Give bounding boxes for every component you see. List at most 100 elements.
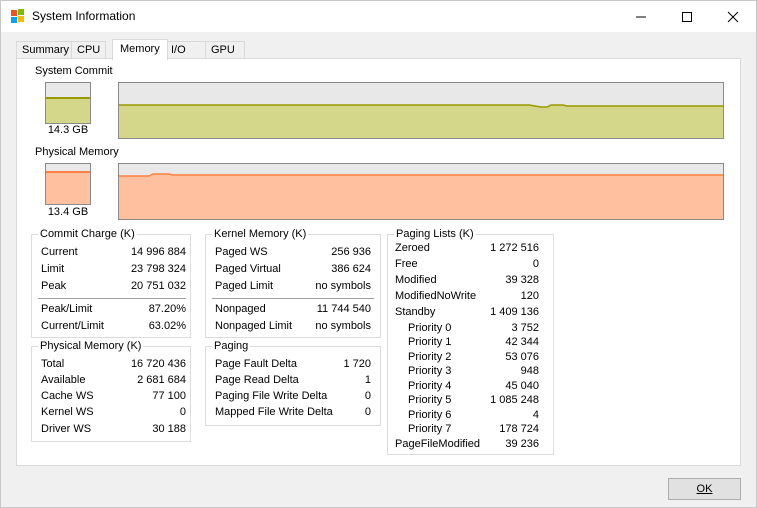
- paging-lists-group: Paging Lists (K) Zeroed 1 272 516 Free 0…: [387, 228, 554, 455]
- title-bar[interactable]: System Information: [1, 1, 756, 32]
- tab-memory[interactable]: Memory: [112, 39, 168, 60]
- row-value: 120: [520, 290, 539, 302]
- paging-file-write-delta-row: Paging File Write Delta 0: [215, 390, 371, 404]
- tab-io[interactable]: I/O: [165, 41, 206, 59]
- physical-driver-ws-row: Driver WS 30 188: [41, 423, 186, 437]
- row-label: Zeroed: [395, 242, 430, 254]
- row-value: 3 752: [511, 322, 539, 334]
- row-value: 20 751 032: [130, 280, 186, 292]
- standby-row: Standby 1 409 136: [395, 306, 539, 320]
- row-label: Priority 3: [408, 365, 452, 377]
- page-fault-delta-row: Page Fault Delta 1 720: [215, 358, 371, 372]
- kernel-paged-virtual-row: Paged Virtual 386 624: [215, 263, 371, 277]
- minimize-icon: [636, 16, 646, 18]
- row-label: Mapped File Write Delta: [215, 406, 333, 418]
- modified-row: Modified 39 328: [395, 274, 539, 288]
- row-value: 1: [364, 374, 371, 386]
- row-label: Priority 2: [408, 351, 452, 363]
- priority-row: Priority 0 3 752: [408, 322, 539, 336]
- row-value: 1 409 136: [490, 306, 539, 318]
- row-value: 386 624: [331, 263, 371, 275]
- ok-button[interactable]: OK: [668, 478, 741, 500]
- physical-memory-meter: [45, 163, 91, 205]
- system-commit-meter-line: [46, 97, 90, 99]
- system-commit-history-chart: [119, 104, 723, 138]
- system-commit-label: System Commit: [35, 65, 113, 77]
- row-label: Driver WS: [41, 423, 92, 435]
- kernel-memory-title: Kernel Memory (K): [212, 228, 309, 240]
- row-value: 16 720 436: [130, 358, 186, 370]
- row-value: no symbols: [315, 280, 371, 292]
- row-label: Paged Limit: [215, 280, 274, 292]
- peak-limit-row: Peak/Limit 87.20%: [41, 303, 186, 317]
- row-value: 39 328: [505, 274, 539, 286]
- kernel-nonpaged-row: Nonpaged 11 744 540: [215, 303, 371, 317]
- row-label: PageFileModified: [395, 438, 480, 450]
- system-commit-meter-fill: [46, 98, 90, 123]
- row-value: 42 344: [505, 336, 539, 348]
- paging-group: Paging Page Fault Delta 1 720 Page Read …: [205, 340, 381, 426]
- row-value: 256 936: [331, 246, 371, 258]
- paging-title: Paging: [212, 340, 251, 352]
- divider: [212, 298, 374, 299]
- row-label: Priority 7: [408, 423, 452, 435]
- page-read-delta-row: Page Read Delta 1: [215, 374, 371, 388]
- physical-memory-group: Physical Memory (K) Total 16 720 436 Ava…: [31, 340, 191, 442]
- mapped-file-write-delta-row: Mapped File Write Delta 0: [215, 406, 371, 420]
- physical-total-row: Total 16 720 436: [41, 358, 186, 372]
- minimize-button[interactable]: [618, 1, 664, 32]
- tab-cpu[interactable]: CPU: [71, 41, 107, 59]
- row-value: 53 076: [505, 351, 539, 363]
- row-value: 45 040: [505, 380, 539, 392]
- row-label: Priority 5: [408, 394, 452, 406]
- physical-available-row: Available 2 681 684: [41, 374, 186, 388]
- modified-no-write-row: ModifiedNoWrite 120: [395, 290, 539, 304]
- maximize-icon: [682, 12, 692, 22]
- row-value: no symbols: [315, 320, 371, 332]
- paging-lists-title: Paging Lists (K): [394, 228, 476, 240]
- priority-row: Priority 3 948: [408, 365, 539, 379]
- priority-row: Priority 5 1 085 248: [408, 394, 539, 408]
- row-value: 1 720: [343, 358, 371, 370]
- row-value: 0: [364, 406, 371, 418]
- physical-memory-meter-fill: [46, 172, 90, 204]
- free-row: Free 0: [395, 258, 539, 272]
- row-value: 4: [532, 409, 539, 421]
- kernel-paged-ws-row: Paged WS 256 936: [215, 246, 371, 260]
- row-value: 63.02%: [148, 320, 186, 332]
- row-value: 0: [179, 406, 186, 418]
- app-icon: [11, 9, 24, 23]
- close-icon: [727, 11, 739, 23]
- kernel-nonpaged-limit-row: Nonpaged Limit no symbols: [215, 320, 371, 334]
- row-label: Kernel WS: [41, 406, 94, 418]
- row-value: 2 681 684: [137, 374, 186, 386]
- maximize-button[interactable]: [664, 1, 710, 32]
- row-label: Nonpaged: [215, 303, 266, 315]
- commit-peak-row: Peak 20 751 032: [41, 280, 186, 294]
- physical-cache-ws-row: Cache WS 77 100: [41, 390, 186, 404]
- kernel-paged-limit-row: Paged Limit no symbols: [215, 280, 371, 294]
- current-limit-row: Current/Limit 63.02%: [41, 320, 186, 334]
- row-label: Paging File Write Delta: [215, 390, 328, 402]
- zeroed-row: Zeroed 1 272 516: [395, 242, 539, 256]
- row-value: 30 188: [152, 423, 186, 435]
- physical-kernel-ws-row: Kernel WS 0: [41, 406, 186, 420]
- row-label: Nonpaged Limit: [215, 320, 293, 332]
- memory-panel: System Commit 14.3 GB Physical Memory 13…: [16, 58, 741, 466]
- page-file-modified-row: PageFileModified 39 236: [395, 438, 539, 452]
- row-value: 14 996 884: [130, 246, 186, 258]
- commit-charge-group: Commit Charge (K) Current 14 996 884 Lim…: [31, 228, 191, 338]
- row-label: Limit: [41, 263, 65, 275]
- row-value: 1 272 516: [490, 242, 539, 254]
- row-label: Page Read Delta: [215, 374, 299, 386]
- row-label: Available: [41, 374, 86, 386]
- row-label: Page Fault Delta: [215, 358, 297, 370]
- tab-summary[interactable]: Summary: [16, 41, 76, 59]
- row-label: Cache WS: [41, 390, 94, 402]
- priority-row: Priority 7 178 724: [408, 423, 539, 437]
- close-button[interactable]: [710, 1, 756, 32]
- row-label: Priority 0: [408, 322, 452, 334]
- row-value: 1 085 248: [490, 394, 539, 406]
- tab-gpu[interactable]: GPU: [205, 41, 245, 59]
- divider: [38, 298, 186, 299]
